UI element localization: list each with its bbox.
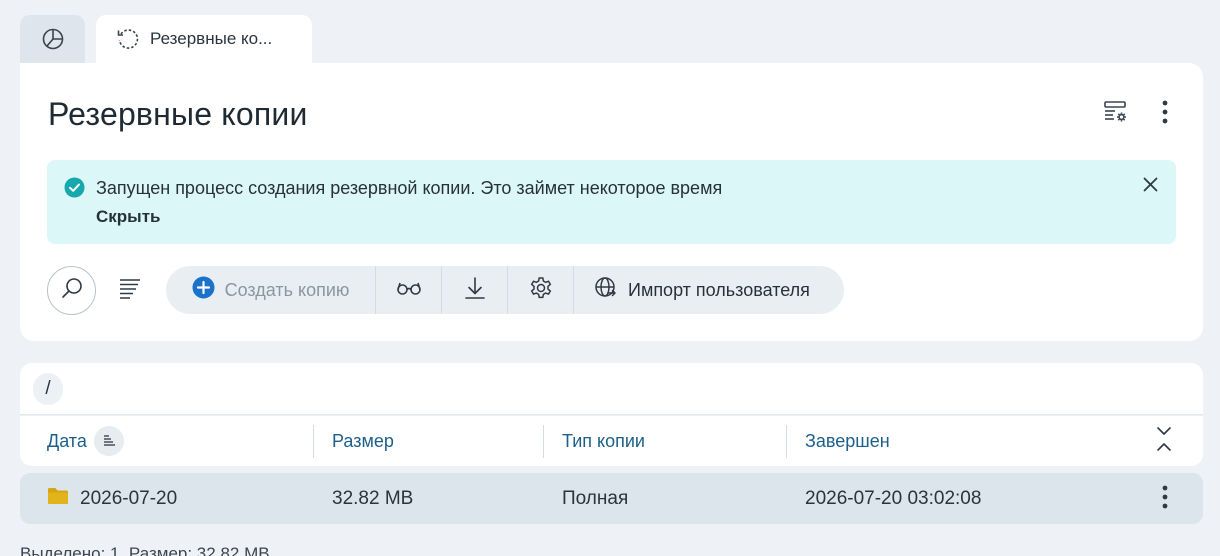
glasses-icon <box>396 279 422 302</box>
tab-dashboard[interactable] <box>20 15 85 63</box>
tab-label: Резервные ко... <box>150 29 273 48</box>
column-label-size: Размер <box>332 430 394 451</box>
import-user-button[interactable]: Импорт пользователя <box>574 266 844 314</box>
cell-size: 32.82 MB <box>332 487 414 509</box>
import-user-label: Импорт пользователя <box>628 279 810 300</box>
backup-date: 2026-07-20 <box>80 487 178 509</box>
selection-status: Выделено: 1. Размер: 32.82 MB <box>20 544 270 556</box>
table-header: Дата Размер Тип копии Завершен <box>20 416 1203 466</box>
add-circle-icon <box>192 276 215 304</box>
check-circle-icon <box>64 177 85 203</box>
globe-import-icon <box>594 276 618 305</box>
search-button[interactable] <box>47 266 96 315</box>
column-label-type: Тип копии <box>562 430 645 451</box>
sort-options-button[interactable] <box>116 277 144 305</box>
breadcrumb-root[interactable]: / <box>33 373 63 405</box>
sort-indicator-icon[interactable] <box>93 426 124 456</box>
gear-icon <box>529 276 553 305</box>
notification-message: Запущен процесс создания резервной копии… <box>96 178 723 198</box>
view-settings-button[interactable] <box>1101 99 1131 129</box>
row-actions-button[interactable] <box>1151 484 1179 514</box>
column-header-finished[interactable]: Завершен <box>805 416 890 466</box>
column-label-finished: Завершен <box>805 430 890 451</box>
pie-chart-icon <box>41 27 65 51</box>
more-vertical-icon <box>1162 485 1168 514</box>
tab-backups[interactable]: Резервные ко... <box>96 15 312 63</box>
download-icon <box>464 276 486 305</box>
page-title: Резервные копии <box>48 96 308 132</box>
cell-type: Полная <box>562 487 629 509</box>
column-divider[interactable] <box>543 425 544 458</box>
view-settings-icon <box>1103 99 1129 130</box>
column-divider[interactable] <box>786 425 787 458</box>
column-header-type[interactable]: Тип копии <box>562 416 645 466</box>
close-notification-button[interactable] <box>1139 176 1161 198</box>
hide-notification-link[interactable]: Скрыть <box>96 207 160 227</box>
close-icon <box>1143 177 1158 197</box>
folder-icon <box>47 487 69 511</box>
action-toolbar: Создать копию Импорт пользователя <box>166 266 844 314</box>
create-backup-button[interactable]: Создать копию <box>166 266 376 314</box>
success-notification: Запущен процесс создания резервной копии… <box>47 160 1176 244</box>
column-divider[interactable] <box>313 425 314 458</box>
cell-date: 2026-07-20 <box>47 473 177 524</box>
backups-panel: Резервные копии Запущен процесс создания… <box>20 63 1203 341</box>
column-header-date[interactable]: Дата <box>47 416 124 466</box>
create-backup-label: Создать копию <box>224 279 350 300</box>
more-vertical-icon <box>1162 100 1168 129</box>
cell-finished: 2026-07-20 03:02:08 <box>805 487 982 509</box>
more-options-button[interactable] <box>1150 99 1180 129</box>
column-label-date: Дата <box>47 430 87 451</box>
search-icon <box>60 276 84 305</box>
column-header-size[interactable]: Размер <box>332 416 394 466</box>
breadcrumb: / <box>20 363 1203 415</box>
preview-button[interactable] <box>376 266 442 314</box>
expand-collapse-button[interactable] <box>1153 426 1175 457</box>
download-button[interactable] <box>442 266 508 314</box>
backup-refresh-icon <box>116 27 140 51</box>
table-row[interactable]: 2026-07-20 32.82 MB Полная 2026-07-20 03… <box>20 473 1203 524</box>
sort-lines-icon <box>119 278 141 305</box>
settings-button[interactable] <box>508 266 574 314</box>
chevron-collapse-icon <box>1156 426 1172 457</box>
